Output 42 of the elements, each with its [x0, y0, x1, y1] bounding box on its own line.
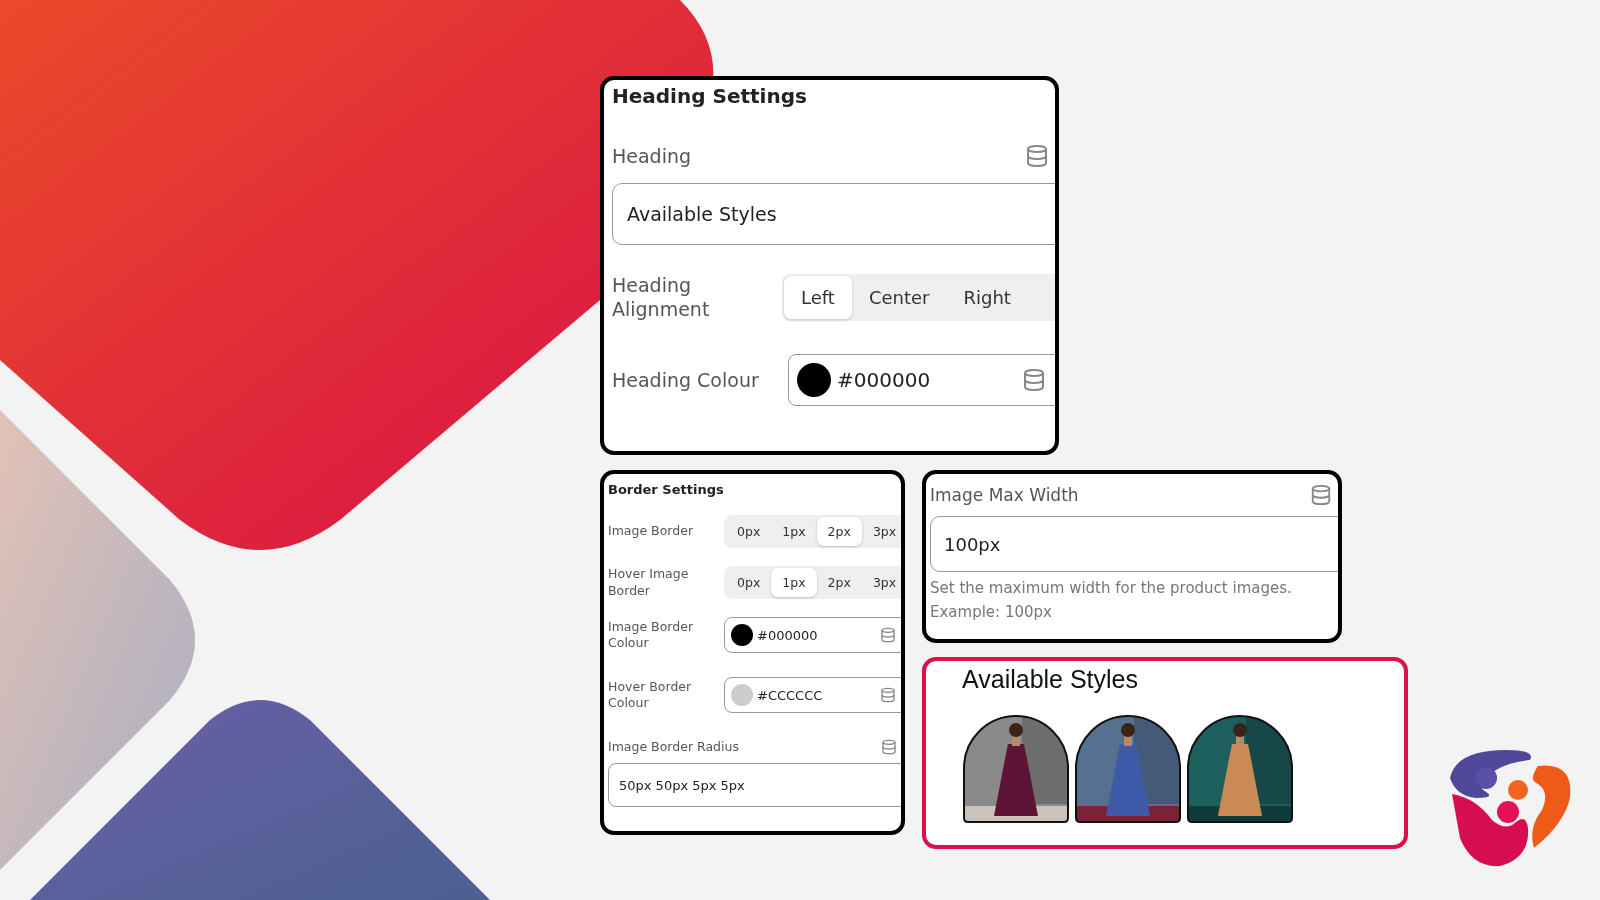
segment-button[interactable]: 2px [816, 568, 862, 597]
color-value: #CCCCCC [757, 687, 824, 703]
segment-button[interactable]: Right [946, 275, 1028, 319]
color-swatch[interactable] [797, 363, 831, 398]
database-icon[interactable] [1310, 484, 1332, 507]
field-label: Heading Colour [612, 367, 760, 393]
field-label: Image Border Radius [608, 739, 739, 756]
color-swatch[interactable] [731, 624, 753, 646]
segment-button[interactable]: 0px [726, 517, 772, 546]
segment-button[interactable]: 1px [771, 568, 817, 597]
field-label: Heading [612, 144, 692, 169]
database-icon[interactable] [1022, 368, 1046, 393]
segment-button[interactable]: 1px [771, 517, 817, 546]
segment-button[interactable]: 3px [861, 517, 901, 546]
segment-button[interactable]: Center [851, 275, 947, 319]
preview-heading: Available Styles [962, 665, 1140, 694]
segment-button[interactable]: Left [784, 275, 852, 319]
radius-input[interactable]: 50px 50px 5px 5px [608, 763, 901, 808]
color-swatch[interactable] [731, 684, 753, 706]
color-value: #000000 [837, 368, 932, 393]
field-label: Image Border Colour [608, 618, 695, 652]
max-width-input[interactable]: 100px [930, 516, 1338, 573]
card-title: Border Settings [608, 482, 725, 497]
field-label: Image Border [608, 523, 695, 540]
database-icon[interactable] [1025, 144, 1049, 169]
field-label: Heading Alignment [612, 272, 711, 323]
segment-button[interactable]: 0px [726, 568, 772, 597]
help-text: Set the maximum width for the product images. Example: 100px [930, 578, 1293, 624]
segment-button[interactable]: 2px [816, 517, 862, 546]
card-title: Heading Settings [612, 84, 808, 108]
field-label: Image Max Width [930, 484, 1079, 507]
heading-input[interactable]: Available Styles [612, 182, 1055, 245]
field-label: Hover Border Colour [608, 678, 693, 712]
segment-button[interactable]: 3px [861, 568, 901, 597]
color-value: #000000 [757, 627, 819, 643]
database-icon[interactable] [880, 627, 896, 643]
color-field[interactable]: #000000 [724, 617, 901, 653]
color-field[interactable]: #000000 [788, 354, 1055, 407]
database-icon[interactable] [880, 687, 896, 703]
color-field[interactable]: #CCCCCC [724, 677, 901, 713]
database-icon[interactable] [881, 739, 897, 756]
field-label: Hover Image Border [608, 566, 690, 599]
